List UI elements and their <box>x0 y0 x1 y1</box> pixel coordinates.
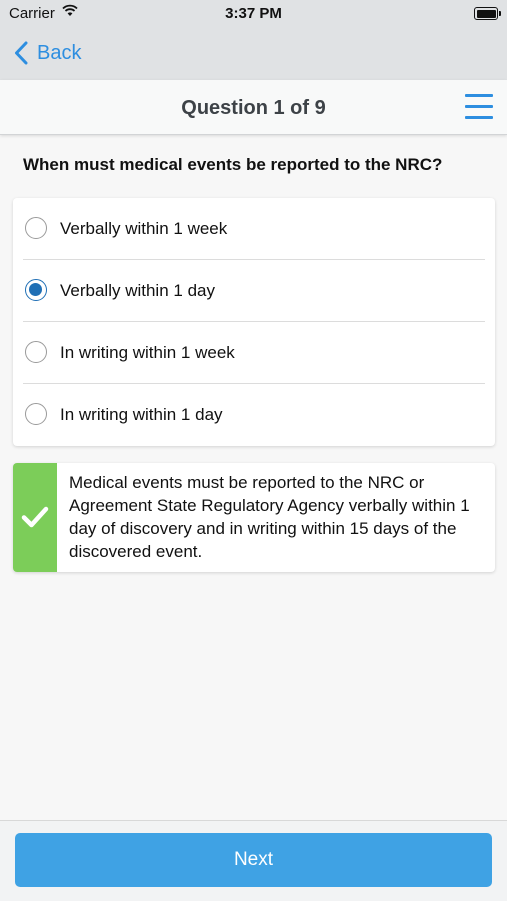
checkmark-icon <box>21 506 49 528</box>
footer-bar: Next <box>0 820 507 901</box>
answer-option[interactable]: In writing within 1 day <box>13 384 495 446</box>
page-title: Question 1 of 9 <box>181 97 326 119</box>
correct-indicator <box>13 463 57 572</box>
answer-option-label: Verbally within 1 week <box>60 219 228 238</box>
answer-options-card: Verbally within 1 week Verbally within 1… <box>13 198 495 446</box>
answer-option[interactable]: Verbally within 1 day <box>13 260 495 322</box>
radio-button[interactable] <box>25 403 47 425</box>
question-text: When must medical events be reported to … <box>23 155 443 174</box>
radio-button[interactable] <box>25 217 47 239</box>
answer-option-label: Verbally within 1 day <box>60 281 215 300</box>
question-header: Question 1 of 9 <box>0 80 507 135</box>
answer-option-label: In writing within 1 week <box>60 343 235 362</box>
radio-button[interactable] <box>25 341 47 363</box>
answer-option[interactable]: In writing within 1 week <box>13 322 495 384</box>
back-button[interactable]: Back <box>14 38 81 68</box>
radio-button-selected[interactable] <box>25 279 47 301</box>
answer-option-label: In writing within 1 day <box>60 405 223 424</box>
hamburger-menu-icon[interactable] <box>465 94 493 120</box>
explanation-text: Medical events must be reported to the N… <box>69 473 470 561</box>
status-bar: Carrier 3:37 PM <box>0 0 507 28</box>
battery-icon <box>474 7 501 20</box>
chevron-left-icon <box>15 41 28 65</box>
navigation-bar: Back <box>0 28 507 80</box>
status-time: 3:37 PM <box>225 5 282 22</box>
answer-option[interactable]: Verbally within 1 week <box>13 198 495 260</box>
explanation-card: Medical events must be reported to the N… <box>13 463 495 572</box>
back-button-label: Back <box>37 41 82 64</box>
next-button[interactable]: Next <box>15 833 492 887</box>
